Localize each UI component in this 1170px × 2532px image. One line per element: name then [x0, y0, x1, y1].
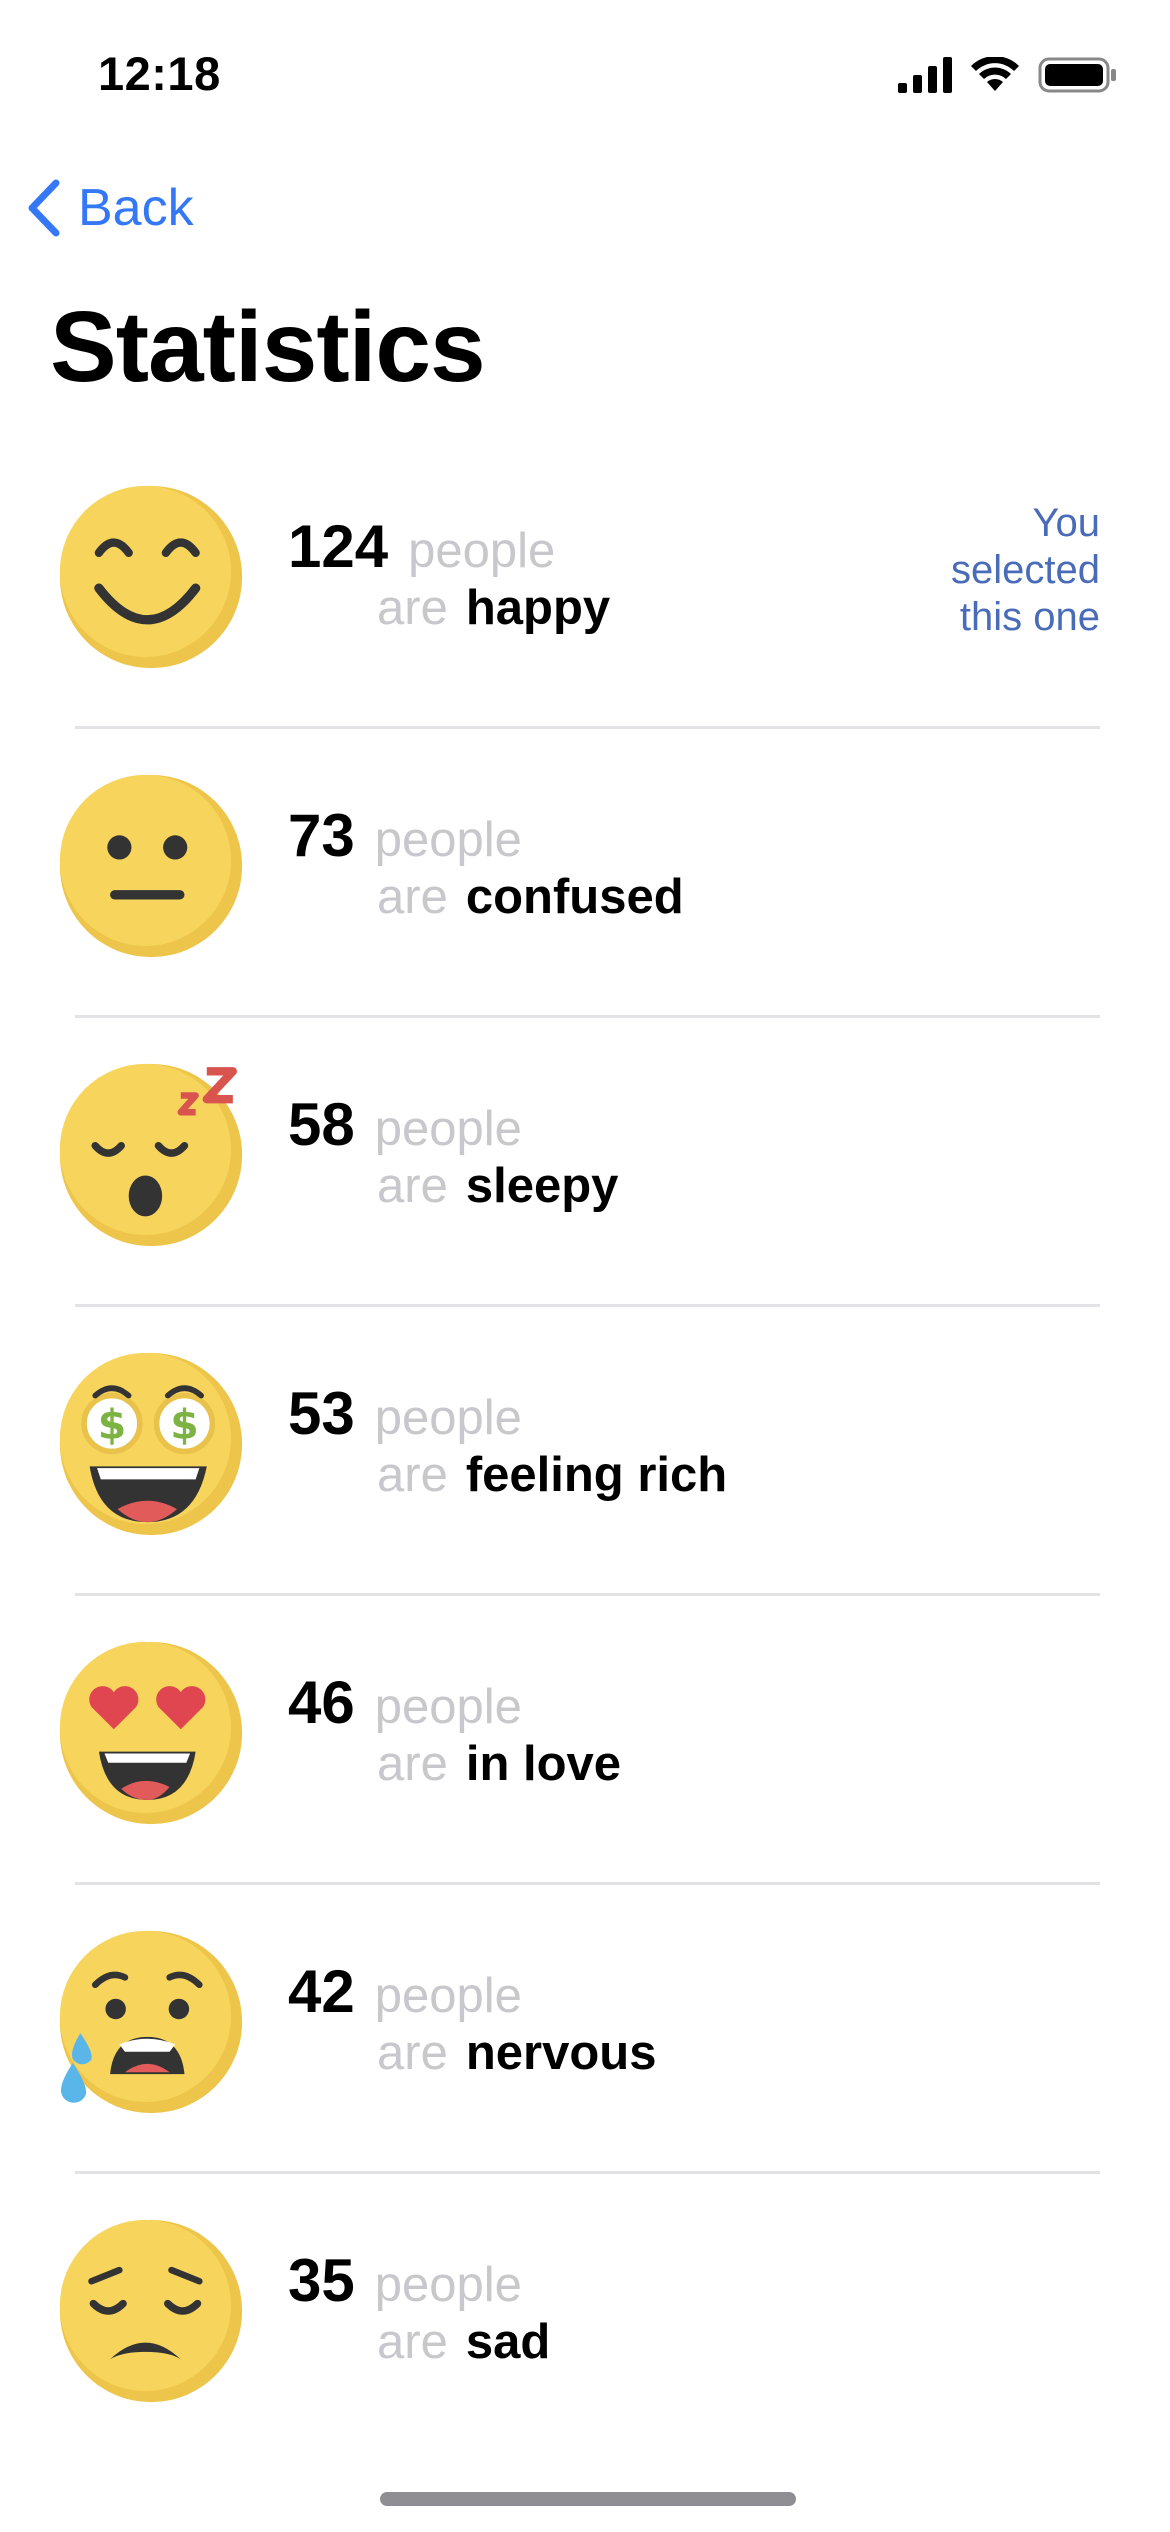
stat-mood: happy [465, 581, 611, 635]
people-label: people [408, 524, 556, 578]
stat-row-happy[interactable]: 124 people are happy You selected this o… [0, 440, 1170, 729]
selected-note: You selected this one [951, 501, 1100, 639]
stat-count: 58 [288, 1091, 355, 1158]
cellular-signal-icon [898, 57, 952, 93]
stats-list: 124 people are happy You selected this o… [0, 440, 1170, 2463]
people-label: people [374, 813, 522, 867]
back-button[interactable]: Back [24, 172, 194, 244]
chevron-left-icon [28, 179, 60, 237]
stat-mood: confused [465, 870, 684, 924]
stat-row-feeling-rich[interactable]: $ $ 53 people are feeling rich [0, 1307, 1170, 1596]
home-indicator[interactable] [380, 2492, 796, 2506]
sleeping-face-icon [59, 1063, 243, 1247]
are-label: are [377, 2026, 448, 2080]
neutral-face-icon [59, 774, 243, 958]
sad-face-icon [59, 2219, 243, 2403]
stat-row-confused[interactable]: 73 people are confused [0, 729, 1170, 1018]
stat-count: 73 [288, 802, 355, 869]
people-label: people [374, 2258, 522, 2312]
stat-mood: feeling rich [465, 1448, 728, 1502]
anxious-sweat-face-icon [59, 1930, 243, 2114]
status-bar: 12:18 [0, 0, 1170, 150]
stat-row-sad[interactable]: 35 people are sad [0, 2174, 1170, 2463]
are-label: are [377, 581, 448, 635]
status-time: 12:18 [98, 47, 221, 100]
are-label: are [377, 1737, 448, 1791]
are-label: are [377, 870, 448, 924]
battery-icon [1038, 57, 1116, 93]
people-label: people [374, 1102, 522, 1156]
people-label: people [374, 1680, 522, 1734]
stat-count: 35 [288, 2247, 355, 2314]
stat-count: 46 [288, 1669, 355, 1736]
stat-count: 53 [288, 1380, 355, 1447]
stat-row-in-love[interactable]: 46 people are in love [0, 1596, 1170, 1885]
are-label: are [377, 1448, 448, 1502]
money-eyes-face-icon: $ $ [59, 1352, 243, 1536]
are-label: are [377, 1159, 448, 1213]
status-icons [898, 50, 1118, 100]
stat-mood: nervous [465, 2026, 657, 2080]
stat-mood: in love [465, 1737, 622, 1791]
svg-text:$: $ [170, 1400, 198, 1448]
back-label: Back [78, 179, 194, 237]
smiling-face-icon [59, 485, 243, 669]
stat-count: 124 [288, 513, 389, 580]
are-label: are [377, 2315, 448, 2369]
page-title: Statistics [50, 291, 486, 403]
people-label: people [374, 1969, 522, 2023]
stat-mood: sleepy [465, 1159, 619, 1213]
stat-count: 42 [288, 1958, 355, 2025]
stat-mood: sad [465, 2315, 551, 2369]
svg-text:$: $ [98, 1400, 126, 1448]
heart-eyes-face-icon [59, 1641, 243, 1825]
people-label: people [374, 1391, 522, 1445]
stat-row-nervous[interactable]: 42 people are nervous [0, 1885, 1170, 2174]
wifi-icon [971, 57, 1019, 91]
stat-row-sleepy[interactable]: 58 people are sleepy [0, 1018, 1170, 1307]
